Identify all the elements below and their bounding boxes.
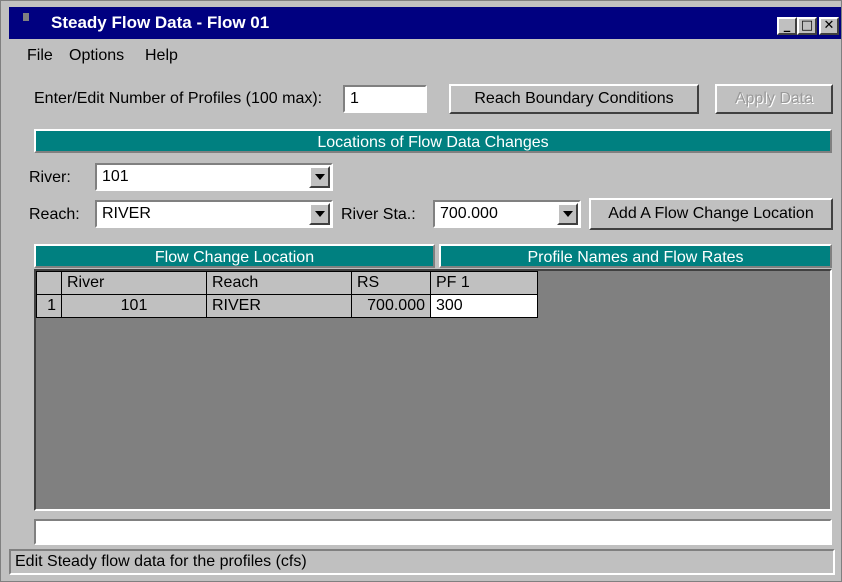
cell-reach: RIVER <box>206 294 352 318</box>
menu-help[interactable]: Help <box>145 47 178 65</box>
row-number[interactable]: 1 <box>36 294 62 318</box>
profile-names-header: Profile Names and Flow Rates <box>439 244 832 268</box>
menu-options[interactable]: Options <box>69 47 124 65</box>
app-icon <box>23 13 29 21</box>
table-header-row: River Reach RS PF 1 <box>36 271 538 295</box>
row-number-header <box>36 271 62 295</box>
column-header-pf1[interactable]: PF 1 <box>430 271 538 295</box>
title-bar[interactable]: Steady Flow Data - Flow 01 _ □ ✕ <box>9 7 841 39</box>
add-flow-change-location-button[interactable]: Add A Flow Change Location <box>589 198 833 230</box>
cell-pf1-flow[interactable]: 300 <box>430 294 538 318</box>
flow-data-grid: River Reach RS PF 1 1 101 RIVER 700.000 … <box>34 269 832 511</box>
river-label: River: <box>29 169 71 186</box>
close-button[interactable]: ✕ <box>819 17 839 35</box>
river-station-label: River Sta.: <box>341 206 416 223</box>
maximize-button[interactable]: □ <box>797 17 817 35</box>
locations-section-header: Locations of Flow Data Changes <box>34 129 832 153</box>
apply-data-button[interactable]: Apply Data <box>715 84 833 114</box>
cell-river: 101 <box>61 294 207 318</box>
reach-dropdown-arrow-icon[interactable] <box>309 203 330 225</box>
river-select-value: 101 <box>102 168 129 185</box>
cell-rs: 700.000 <box>351 294 431 318</box>
river-station-select[interactable]: 700.000 <box>433 200 581 228</box>
river-station-dropdown-arrow-icon[interactable] <box>557 203 578 225</box>
status-bar: Edit Steady flow data for the profiles (… <box>9 549 835 575</box>
reach-select[interactable]: RIVER <box>95 200 333 228</box>
window-title: Steady Flow Data - Flow 01 <box>51 13 270 32</box>
steady-flow-window: Steady Flow Data - Flow 01 _ □ ✕ File Op… <box>0 0 842 582</box>
reach-select-value: RIVER <box>102 205 151 222</box>
profiles-label: Enter/Edit Number of Profiles (100 max): <box>34 90 323 107</box>
reach-label: Reach: <box>29 206 80 223</box>
minimize-button[interactable]: _ <box>777 17 797 35</box>
river-select[interactable]: 101 <box>95 163 333 191</box>
cell-edit-box[interactable] <box>34 519 832 545</box>
flow-change-location-header: Flow Change Location <box>34 244 435 268</box>
column-header-rs[interactable]: RS <box>351 271 431 295</box>
reach-boundary-conditions-button[interactable]: Reach Boundary Conditions <box>449 84 699 114</box>
river-dropdown-arrow-icon[interactable] <box>309 166 330 188</box>
menu-file[interactable]: File <box>27 47 53 65</box>
table-row: 1 101 RIVER 700.000 300 <box>36 294 538 318</box>
flow-data-table: River Reach RS PF 1 1 101 RIVER 700.000 … <box>36 271 538 318</box>
river-station-select-value: 700.000 <box>440 205 498 222</box>
column-header-reach[interactable]: Reach <box>206 271 352 295</box>
profiles-count-input[interactable]: 1 <box>343 85 427 113</box>
column-header-river[interactable]: River <box>61 271 207 295</box>
